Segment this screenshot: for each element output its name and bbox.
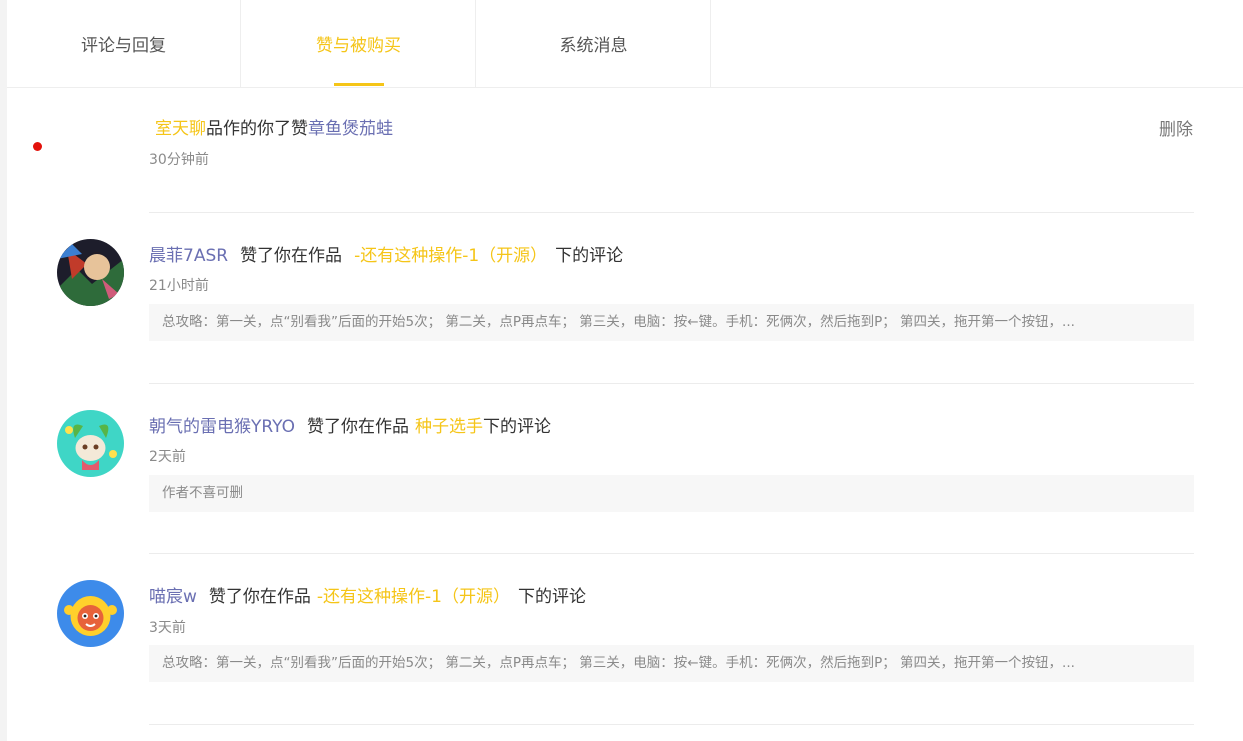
- unread-dot-icon: [33, 142, 42, 151]
- timestamp: 30分钟前: [149, 152, 209, 168]
- action-text: 赞了你在作品: [208, 587, 311, 607]
- divider: [149, 383, 1194, 384]
- comment-quote[interactable]: 总攻略：第一关，点“别看我”后面的开始5次； 第二关，点P再点车； 第三关，电脑…: [149, 645, 1194, 682]
- notifications-page: 评论与回复 赞与被购买 系统消息 室天聊品作的你了赞章鱼煲茄蛙 30分钟前 删除: [0, 0, 1243, 741]
- action-text: 品作的你了赞: [206, 119, 308, 139]
- suffix-text: 下的评论: [518, 587, 586, 607]
- tab-comments-replies[interactable]: 评论与回复: [7, 0, 241, 87]
- user-link[interactable]: 朝气的雷电猴YRYO: [149, 417, 295, 437]
- delete-button[interactable]: 删除: [1159, 115, 1193, 140]
- divider: [149, 553, 1194, 554]
- user-link[interactable]: 室天聊: [155, 119, 206, 139]
- notification-text: 晨菲7ASR 赞了你在作品 -还有这种操作-1（开源） 下的评论: [149, 241, 623, 266]
- avatar[interactable]: [57, 239, 124, 306]
- timestamp: 2天前: [149, 449, 186, 465]
- active-tab-indicator: [334, 83, 384, 86]
- timestamp: 3天前: [149, 620, 186, 636]
- action-text: 赞了你在作品: [240, 246, 343, 266]
- left-edge: [0, 0, 7, 741]
- avatar[interactable]: [57, 580, 124, 647]
- timestamp: 21小时前: [149, 278, 209, 294]
- comment-quote[interactable]: 作者不喜可删: [149, 475, 1194, 512]
- suffix-text: 下的评论: [555, 246, 624, 266]
- comment-quote[interactable]: 总攻略：第一关，点“别看我”后面的开始5次； 第二关，点P再点车； 第三关，电脑…: [149, 304, 1194, 341]
- avatar[interactable]: [57, 410, 124, 477]
- work-link[interactable]: 章鱼煲茄蛙: [308, 119, 393, 139]
- divider: [149, 212, 1194, 213]
- tab-bar: 评论与回复 赞与被购买 系统消息: [7, 0, 1243, 88]
- notification-text: 喵宸w 赞了你在作品 -还有这种操作-1（开源） 下的评论: [149, 582, 586, 607]
- divider: [149, 724, 1194, 725]
- work-link[interactable]: 种子选手: [415, 417, 483, 437]
- notification-text: 室天聊品作的你了赞章鱼煲茄蛙: [149, 114, 393, 139]
- action-text: 赞了你在作品: [306, 417, 409, 437]
- tab-system-messages[interactable]: 系统消息: [477, 0, 711, 87]
- work-link[interactable]: -还有这种操作-1（开源）: [317, 587, 510, 607]
- notification-text: 朝气的雷电猴YRYO 赞了你在作品 种子选手下的评论: [149, 412, 551, 437]
- user-link[interactable]: 晨菲7ASR: [149, 246, 228, 266]
- work-link[interactable]: -还有这种操作-1（开源）: [354, 246, 547, 266]
- suffix-text: 下的评论: [482, 417, 551, 437]
- tab-likes-purchases[interactable]: 赞与被购买: [242, 0, 476, 87]
- user-link[interactable]: 喵宸w: [149, 587, 197, 607]
